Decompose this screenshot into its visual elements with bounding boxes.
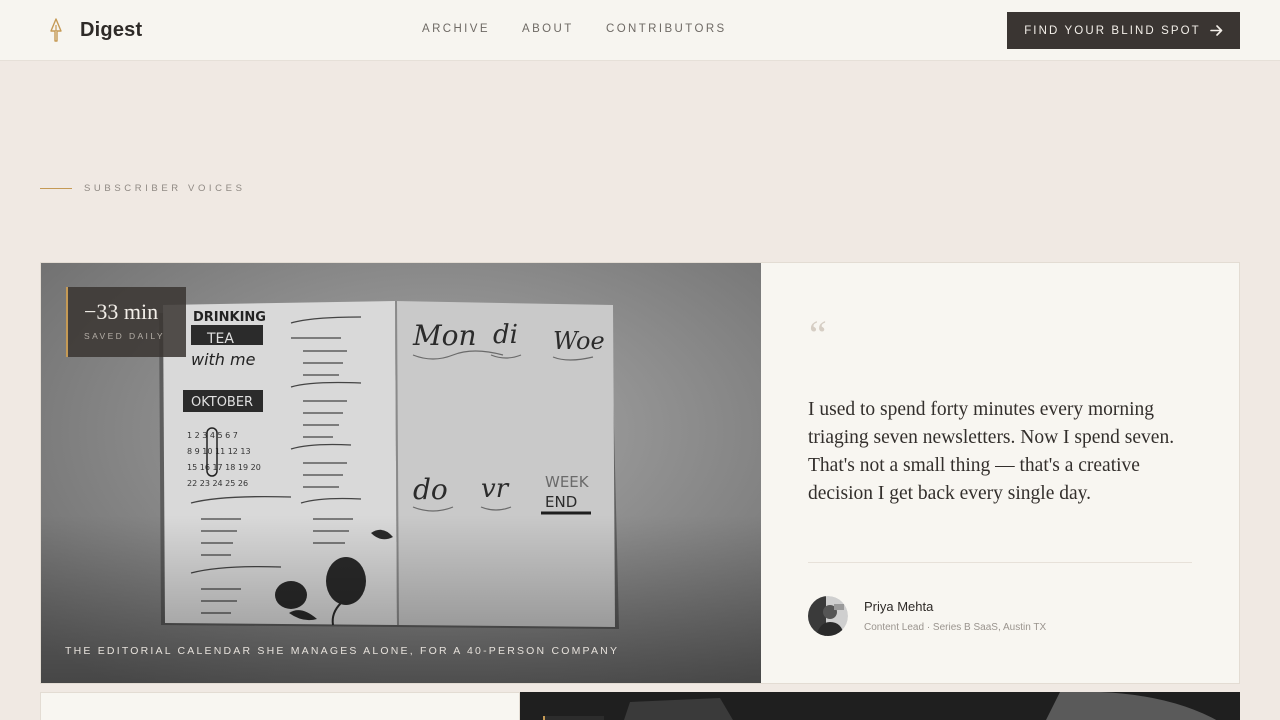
next-testimonial-photo [520,692,1240,720]
quote-mark-icon: “ [809,312,827,357]
testimonial-quote: I used to spend forty minutes every morn… [808,399,1175,504]
author-name: Priya Mehta [864,599,934,614]
next-photo-scene [520,692,1240,720]
cta-label: FIND YOUR BLIND SPOT [1024,24,1201,37]
testimonial-photo: DRINKING TEA with me OKTOBER 1 2 3 4 5 6… [41,263,761,683]
eyebrow-rule [40,188,72,189]
photo-caption: THE EDITORIAL CALENDAR SHE MANAGES ALONE… [65,645,620,657]
find-blind-spot-button[interactable]: FIND YOUR BLIND SPOT [1007,12,1240,49]
arrow-right-icon [1210,25,1223,36]
stat-value: −33 min [84,299,159,324]
nav-archive[interactable]: ARCHIVE [422,23,490,35]
author-info: Priya Mehta Content Lead · Series B SaaS… [864,599,1046,633]
next-testimonial-card [40,692,520,720]
section-eyebrow: SUBSCRIBER VOICES [40,183,246,194]
testimonial-card: DRINKING TEA with me OKTOBER 1 2 3 4 5 6… [40,262,1240,684]
quote-panel: “ I used to spend forty minutes every mo… [761,263,1239,683]
eyebrow-label: SUBSCRIBER VOICES [84,183,246,194]
nav-about[interactable]: ABOUT [522,23,574,35]
nav-contributors[interactable]: CONTRIBUTORS [606,23,727,35]
author-block: Priya Mehta Content Lead · Series B SaaS… [808,596,1046,636]
site-header: Digest ARCHIVE ABOUT CONTRIBUTORS FIND Y… [0,0,1280,61]
avatar-photo [808,596,848,636]
stat-label: SAVED DAILY [84,331,165,341]
divider [808,562,1192,563]
stat-badge: −33 min SAVED DAILY [66,287,186,357]
author-role: Content Lead · Series B SaaS, Austin TX [864,622,1047,633]
